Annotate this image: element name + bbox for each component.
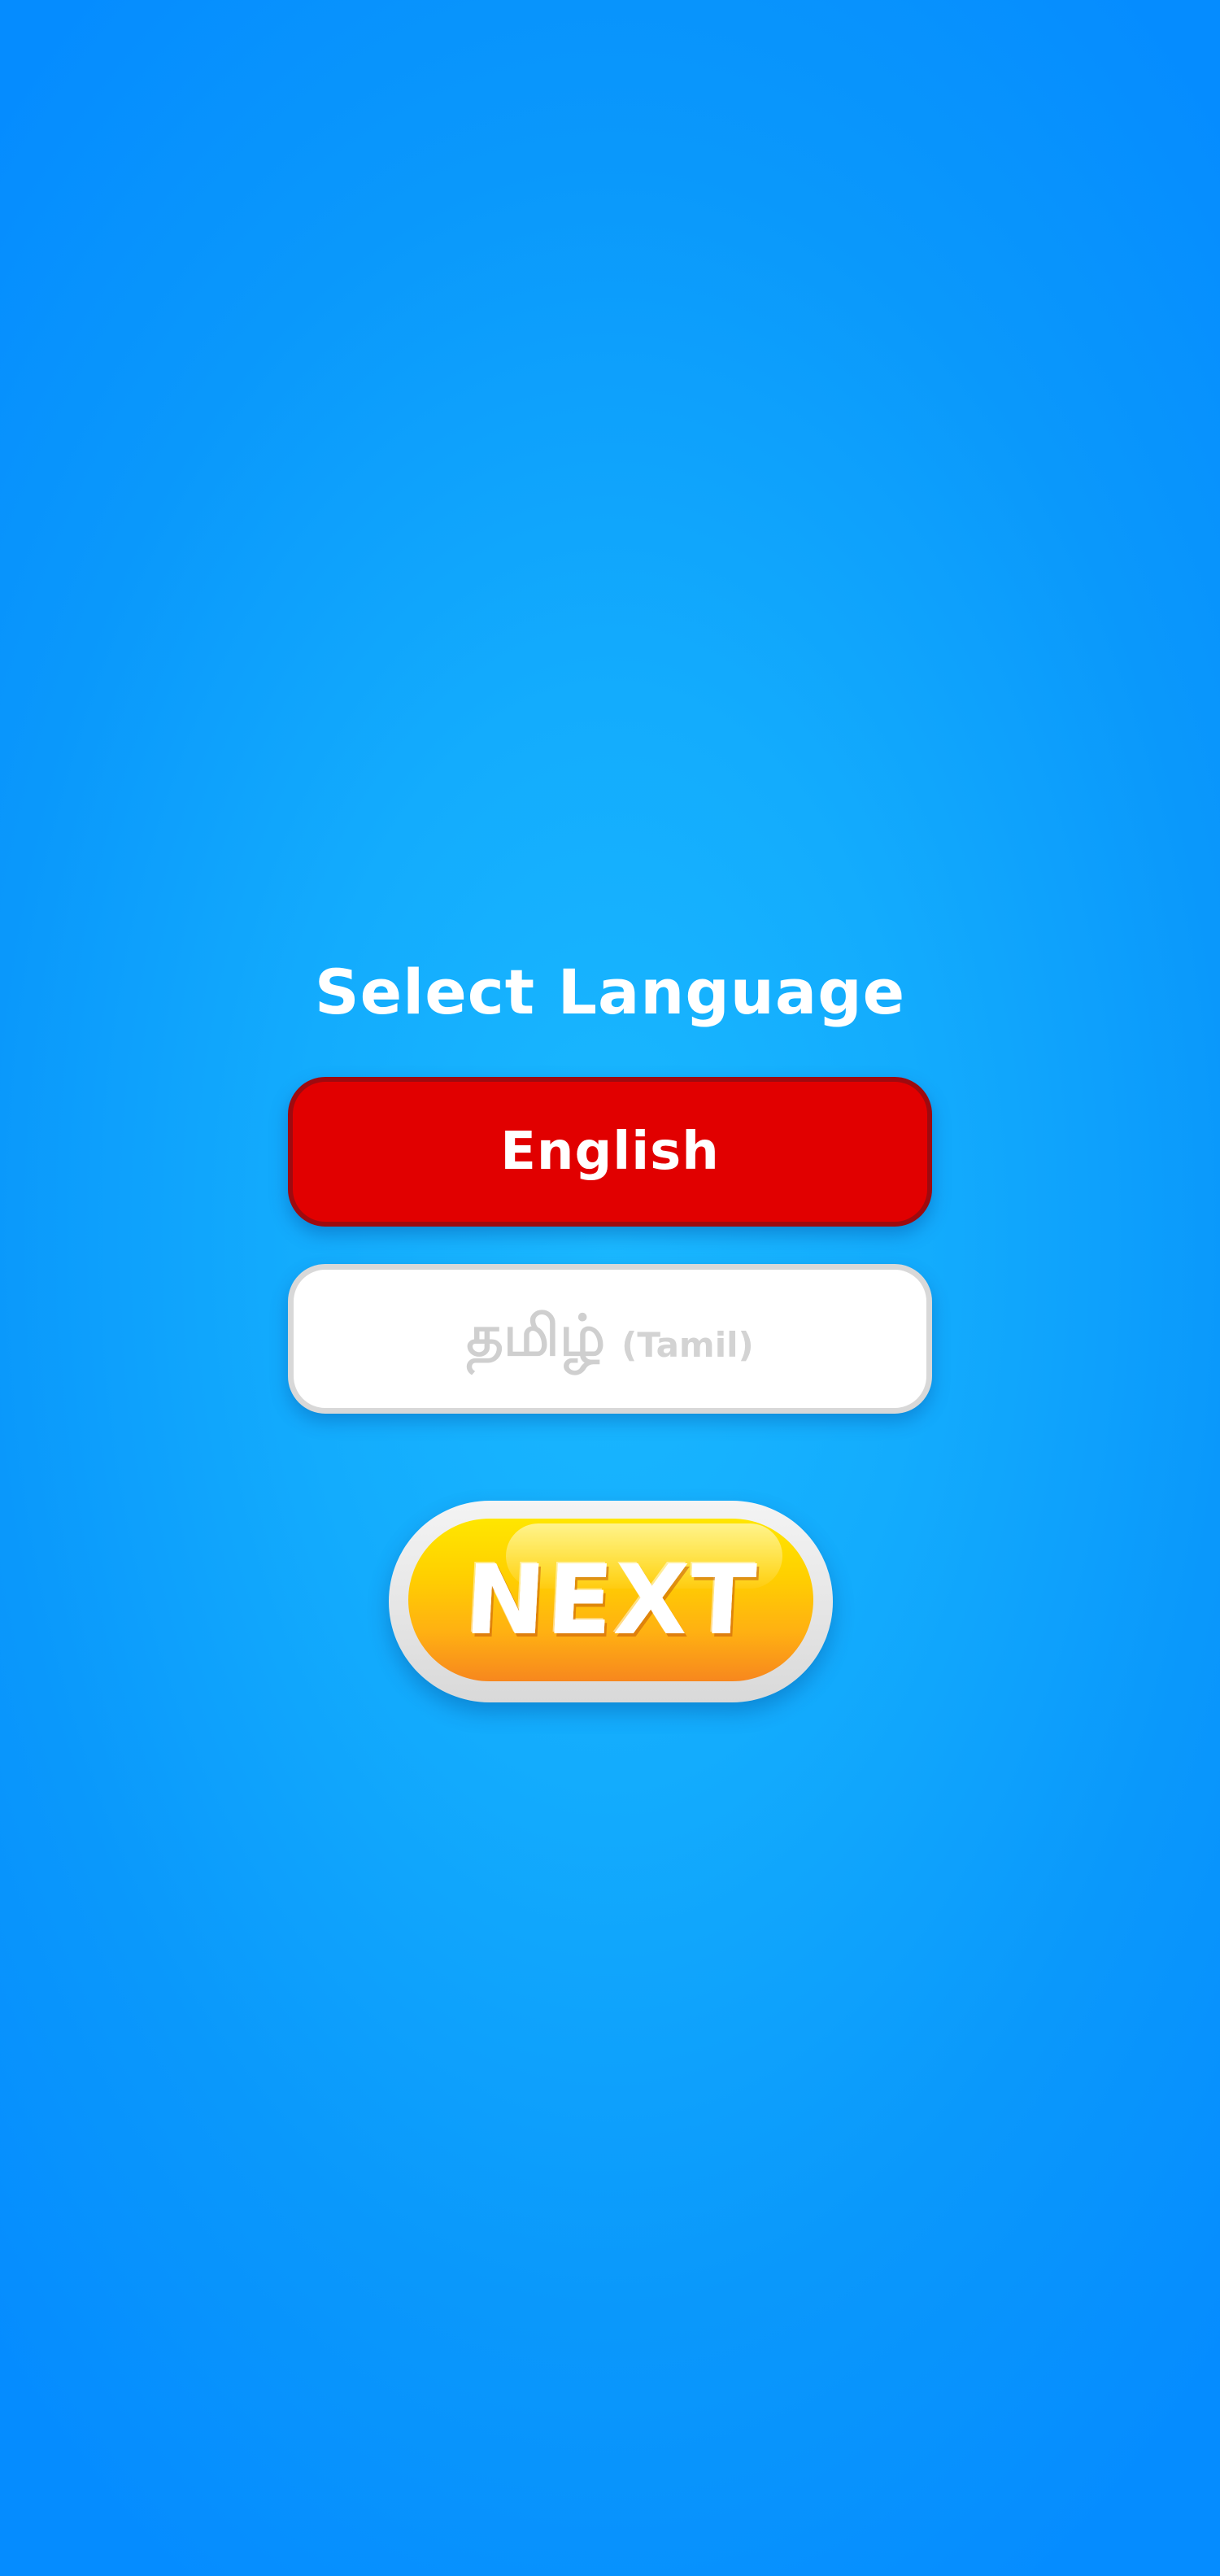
- language-option-label: English: [500, 1122, 720, 1182]
- next-button-body: NEXT: [408, 1519, 813, 1681]
- language-option-native-label: தமிழ்: [466, 1301, 606, 1369]
- language-option-roman-label: (Tamil): [621, 1324, 754, 1365]
- next-button[interactable]: NEXT: [389, 1501, 833, 1702]
- language-selection-screen: Select Language English தமிழ் (Tamil) NE…: [0, 0, 1220, 2576]
- language-option-tamil[interactable]: தமிழ் (Tamil): [288, 1264, 932, 1414]
- next-button-label: NEXT: [461, 1544, 760, 1656]
- page-title: Select Language: [314, 956, 906, 1028]
- language-option-english[interactable]: English: [288, 1077, 932, 1227]
